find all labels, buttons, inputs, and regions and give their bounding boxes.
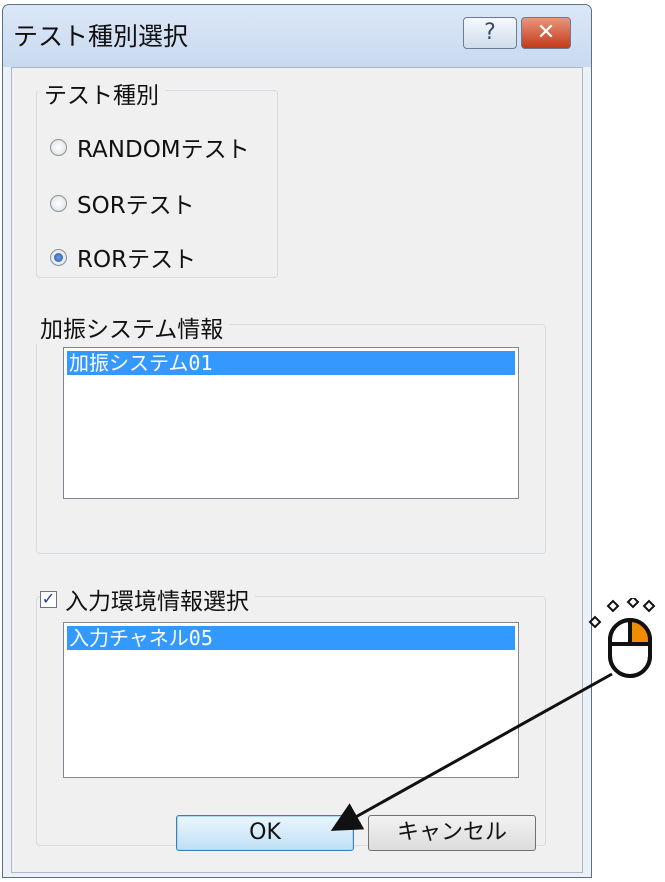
vibration-system-listbox[interactable]: 加振システム01 [63, 347, 519, 499]
radio-sor[interactable]: SORテスト [50, 186, 195, 220]
input-env-label: 入力環境情報選択 [65, 589, 249, 615]
dialog-window: テスト種別選択 ? ✕ テスト種別 RANDOMテスト SORテスト RORテス… [2, 4, 592, 878]
radio-button-random[interactable] [50, 138, 67, 156]
title-bar[interactable]: テスト種別選択 ? ✕ [3, 5, 591, 67]
cancel-button[interactable]: キャンセル [368, 815, 536, 851]
mouse-click-icon [588, 598, 656, 678]
dialog-client-area: テスト種別 RANDOMテスト SORテスト RORテスト 加振システム情報 加… [11, 67, 583, 873]
close-button[interactable]: ✕ [521, 17, 571, 49]
radio-ror-label: RORテスト [77, 247, 197, 273]
radio-random-label: RANDOMテスト [77, 137, 250, 163]
input-env-checkbox[interactable]: ✓ [40, 590, 57, 608]
ok-button[interactable]: OK [176, 815, 354, 851]
list-item-vibration-system[interactable]: 加振システム01 [67, 351, 515, 375]
window-title: テスト種別選択 [13, 22, 189, 51]
radio-sor-label: SORテスト [77, 193, 195, 219]
test-type-group-label: テスト種別 [38, 76, 165, 110]
radio-button-ror[interactable] [50, 248, 67, 266]
vibration-system-group-label: 加振システム情報 [34, 310, 230, 344]
radio-button-sor[interactable] [50, 194, 67, 212]
input-env-listbox[interactable]: 入力チャネル05 [63, 622, 519, 778]
help-button[interactable]: ? [463, 17, 517, 49]
list-item-input-channel[interactable]: 入力チャネル05 [67, 626, 515, 650]
input-env-checkbox-row[interactable]: ✓ 入力環境情報選択 [40, 582, 255, 616]
radio-ror[interactable]: RORテスト [50, 240, 196, 274]
radio-random[interactable]: RANDOMテスト [50, 130, 250, 164]
